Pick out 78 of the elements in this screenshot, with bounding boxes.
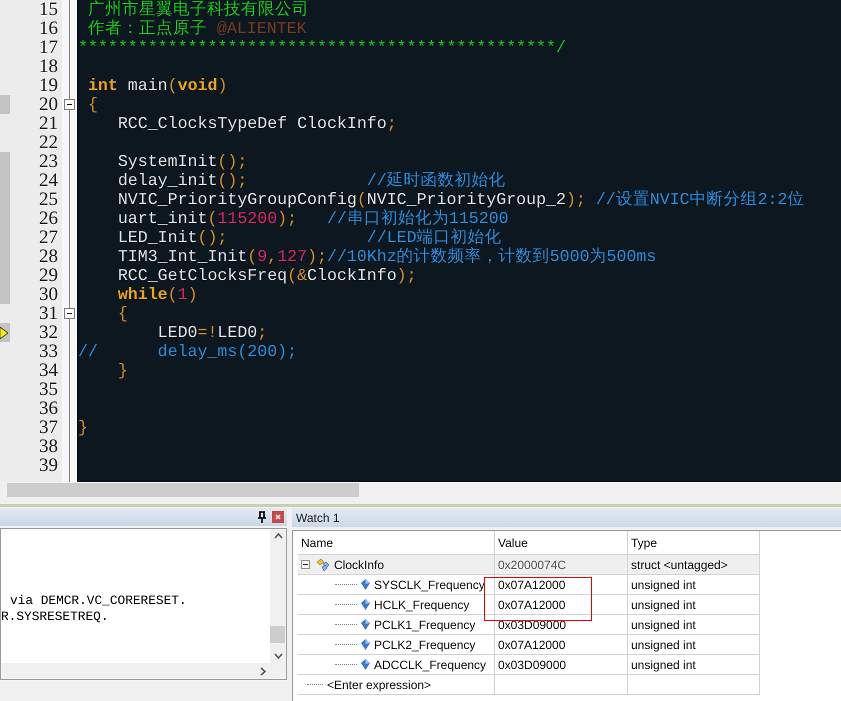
line-number: 32 xyxy=(38,323,59,342)
line-number: 22 xyxy=(38,133,59,152)
code-line: ************************************************/ xyxy=(78,38,566,57)
output-line: R.SYSRESETREQ. xyxy=(1,609,109,624)
line-number: 39 xyxy=(38,456,59,475)
code-line: int main(void) xyxy=(86,76,228,95)
variable-name[interactable]: ClockInfo xyxy=(334,558,384,572)
scroll-up-icon[interactable] xyxy=(274,533,282,539)
line-number: 37 xyxy=(38,418,59,437)
scroll-right-icon[interactable] xyxy=(260,666,266,676)
line-number: 26 xyxy=(38,209,59,228)
line-number: 31 xyxy=(38,304,59,323)
value-cell: 0x03D09000 xyxy=(494,614,628,634)
diamond-icon xyxy=(361,619,370,630)
scrollbar-thumb[interactable] xyxy=(7,483,359,497)
scrollbar[interactable] xyxy=(270,529,286,663)
diamond-icon xyxy=(361,659,370,670)
code-line: SystemInit(); xyxy=(116,152,248,171)
line-number: 24 xyxy=(38,171,59,190)
value-cell: 0x03D09000 xyxy=(494,654,628,674)
code-line: RCC_ClocksTypeDef ClockInfo; xyxy=(116,114,397,133)
output-line: via DEMCR.VC_CORERESET. xyxy=(10,593,187,608)
line-number: 20 xyxy=(38,95,59,114)
value-cell: 0x07A12000 xyxy=(494,634,628,654)
code-line: LED_Init(); //LED端口初始化 xyxy=(116,228,502,247)
line-number: 17 xyxy=(38,38,59,57)
line-number: 21 xyxy=(38,114,59,133)
type-cell: unsigned int xyxy=(628,574,760,594)
line-number: 36 xyxy=(38,399,59,418)
line-number: 28 xyxy=(38,247,59,266)
code-line: uart_init(115200); //串口初始化为115200 xyxy=(116,209,509,228)
scrollbar-thumb[interactable] xyxy=(270,626,285,643)
code-line: RCC_GetClocksFreq(&ClockInfo); xyxy=(116,266,417,285)
type-cell: unsigned int xyxy=(628,614,760,634)
close-icon[interactable] xyxy=(272,511,284,523)
type-cell: unsigned int xyxy=(628,634,760,654)
pin-icon[interactable] xyxy=(257,511,267,523)
value-cell: 0x2000074C xyxy=(494,554,628,574)
diamond-icon xyxy=(361,599,370,610)
collapse-icon[interactable] xyxy=(301,560,310,569)
line-number: 35 xyxy=(38,380,59,399)
code-line: } xyxy=(78,418,88,437)
line-number: 15 xyxy=(38,0,59,19)
scroll-down-icon[interactable] xyxy=(274,653,282,659)
code-line: delay_init(); //延时函数初始化 xyxy=(116,171,506,190)
code-line: { xyxy=(116,304,128,323)
line-number: 27 xyxy=(38,228,59,247)
diamond-icon xyxy=(361,579,370,590)
line-number: 23 xyxy=(38,152,59,171)
code-line: NVIC_PriorityGroupConfig(NVIC_PriorityGroup_2); //设置NVIC中断分组2:2位 xyxy=(116,190,804,209)
diamond-icon xyxy=(361,639,370,650)
line-number: 34 xyxy=(38,361,59,380)
type-cell: unsigned int xyxy=(628,654,760,674)
scrollbar[interactable] xyxy=(1,663,286,679)
code-line: { xyxy=(86,95,98,114)
line-number: 30 xyxy=(38,285,59,304)
collapse-icon[interactable] xyxy=(64,99,75,110)
line-number: 33 xyxy=(38,342,59,361)
code-line: 广州市星翼电子科技有限公司 xyxy=(86,0,309,19)
code-line: // delay_ms(200); xyxy=(78,342,298,361)
line-number: 38 xyxy=(38,437,59,456)
panel-title: Watch 1 xyxy=(296,510,340,524)
code-line: TIM3_Int_Init(9,127);//10Khz的计数频率，计数到5000为500ms xyxy=(116,247,656,266)
code-line: while(1) xyxy=(116,285,198,304)
type-cell: struct <untagged> xyxy=(628,554,760,574)
code-line: } xyxy=(116,361,128,380)
value-cell: 0x07A12000 xyxy=(494,574,628,594)
code-line: 作者：正点原子 @ALIENTEK xyxy=(86,19,307,38)
collapse-icon[interactable] xyxy=(64,308,75,319)
type-cell: unsigned int xyxy=(628,594,760,614)
value-cell: 0x07A12000 xyxy=(494,594,628,614)
struct-icon xyxy=(314,558,330,572)
line-number: 25 xyxy=(38,190,59,209)
line-number: 29 xyxy=(38,266,59,285)
line-number: 16 xyxy=(38,19,59,38)
line-number: 18 xyxy=(38,57,59,76)
line-number: 19 xyxy=(38,76,59,95)
code-line: LED0=!LED0; xyxy=(156,323,268,342)
